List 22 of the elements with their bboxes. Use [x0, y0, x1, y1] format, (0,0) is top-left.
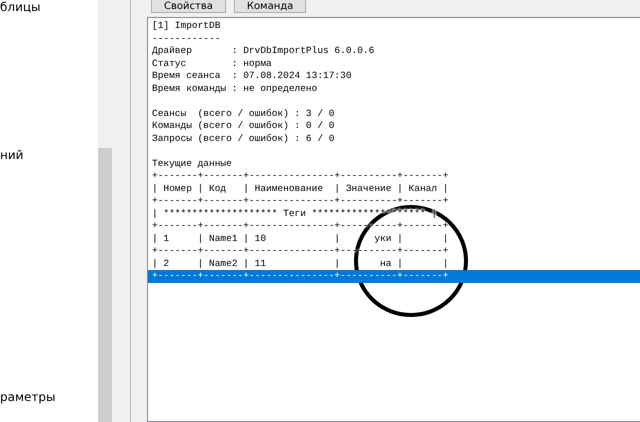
console-line: [1] ImportDB [151, 20, 222, 32]
console-line: Команды (всего / ошибок) : 0 / 0 [151, 120, 336, 132]
scrollbar[interactable] [98, 0, 112, 422]
toolbar-button[interactable]: Свойства [151, 0, 226, 13]
console-line: | Номер | Код | Наименование | Значение | Канал | [151, 182, 450, 195]
console-line: ------------ [151, 32, 222, 45]
console-line: Время сеанса : 07.08.2024 13:17:30 [151, 70, 353, 82]
console-line: Запросы (всего / ошибок) : 6 / 0 [151, 132, 336, 145]
console-line: | 1 | Name1 | 10 | уки | | [151, 232, 450, 245]
console-line: Время команды : не определено [151, 82, 318, 95]
toolbar-button[interactable]: Команда [234, 0, 306, 13]
console-line: Текущие данные [151, 158, 233, 170]
splitter-bar[interactable] [112, 0, 131, 422]
sidebar-item[interactable]: раметры [0, 390, 56, 404]
console-line: +-------+-------+---------------+----------+-------+ [151, 195, 450, 208]
console-line: Сеансы (всего / ошибок) : 3 / 0 [151, 108, 336, 120]
sidebar-item[interactable]: ний [0, 148, 24, 162]
console-line: +-------+-------+---------------+----------+-------+ [151, 170, 450, 182]
console-line: Драйвер : DrvDbImportPlus 6.0.0.6 [151, 45, 376, 58]
console-line: Статус : норма [151, 58, 273, 70]
sidebar-item[interactable]: блицы [0, 0, 41, 14]
console-line: | 2 | Name2 | 11 | на | | [151, 258, 450, 270]
